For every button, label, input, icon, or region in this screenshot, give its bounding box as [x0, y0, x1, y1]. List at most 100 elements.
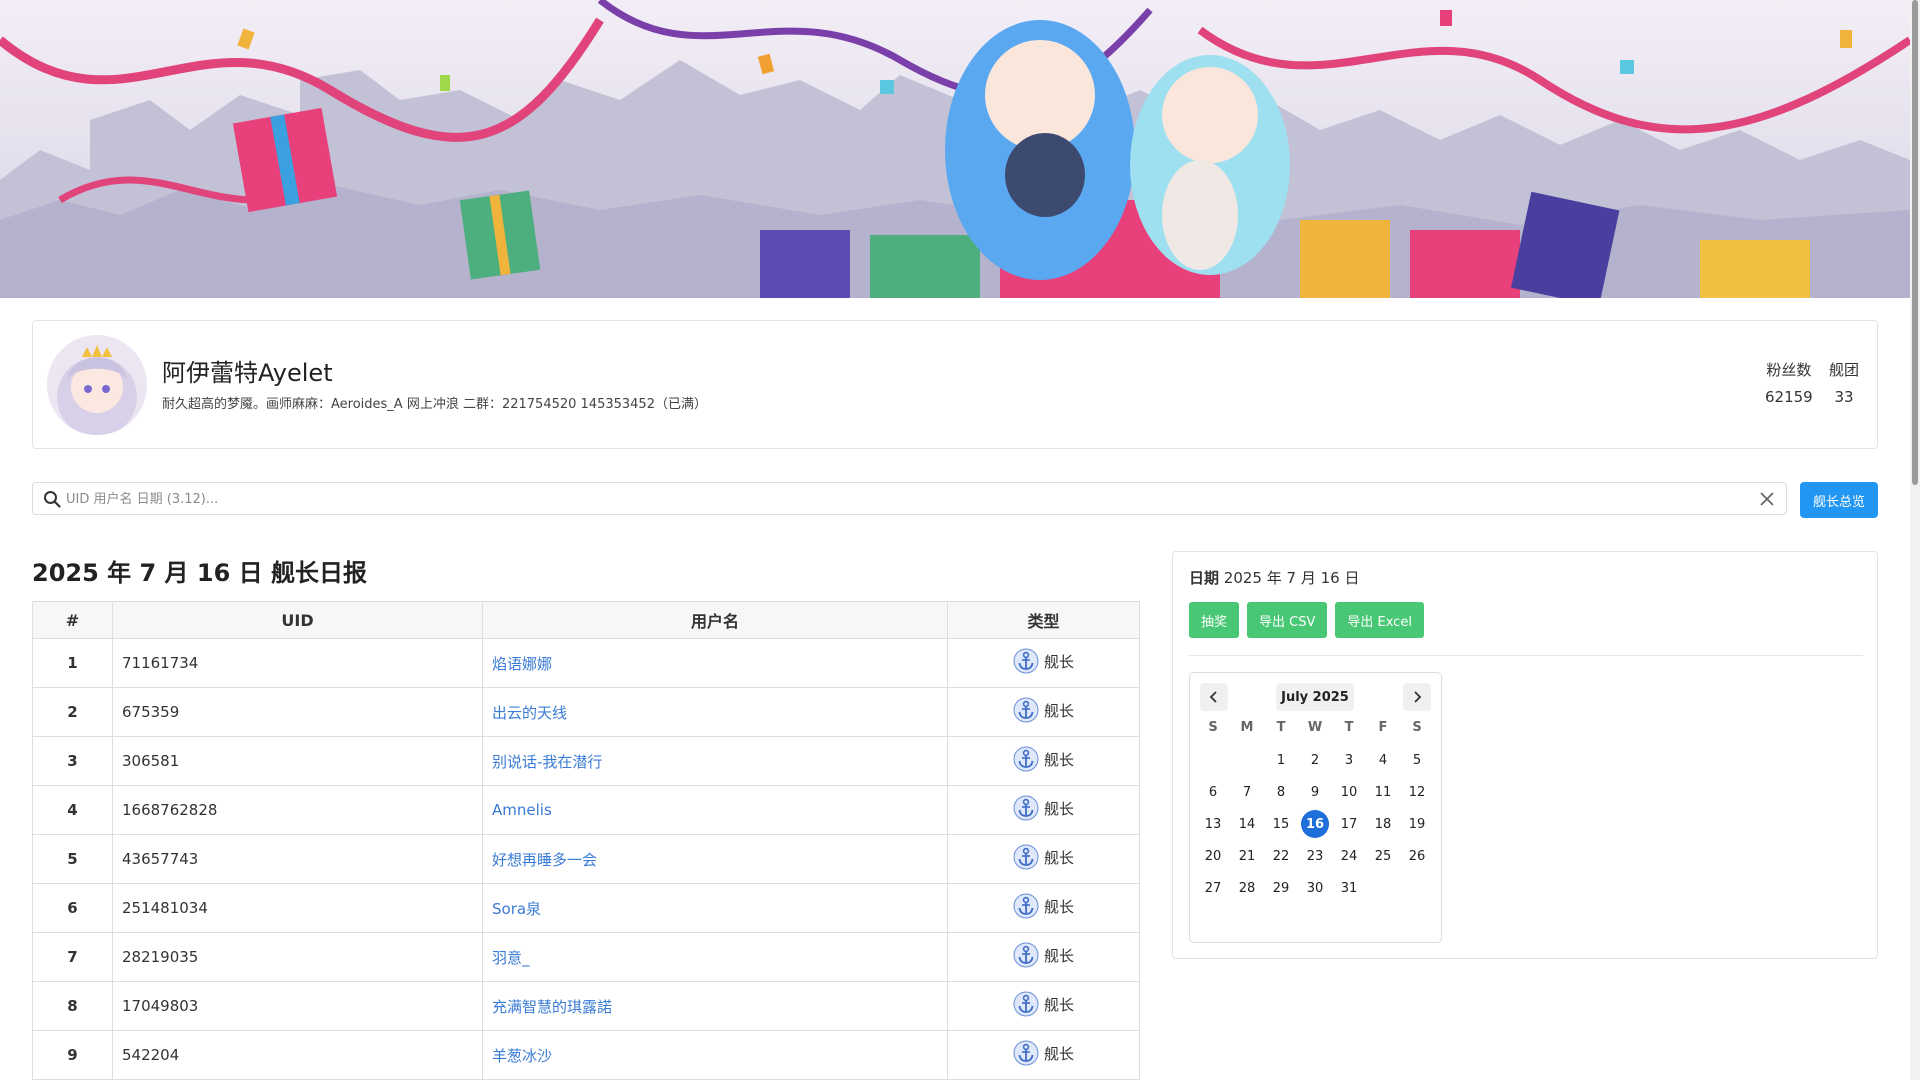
stat-fans: 粉丝数 62159	[1765, 359, 1813, 406]
calendar-day[interactable]: 17	[1332, 808, 1366, 840]
profile-name: 阿伊蕾特Ayelet	[162, 359, 333, 387]
row-type: 舰长	[947, 785, 1140, 835]
username-link[interactable]: 出云的天线	[492, 704, 567, 722]
table-body: 1 71161734 焰语娜娜 舰长 2 675359 出云的天线 舰长 3 306581 别说话-…	[32, 638, 1140, 1080]
lottery-button[interactable]: 抽奖	[1189, 602, 1240, 638]
calendar-day[interactable]: 13	[1196, 808, 1230, 840]
type-label: 舰长	[1043, 946, 1074, 965]
calendar-day[interactable]: 5	[1400, 744, 1434, 776]
row-uid: 251481034	[112, 883, 483, 933]
type-label: 舰长	[1043, 750, 1074, 769]
table-header-row: # UID 用户名 类型	[32, 601, 1140, 639]
banner-illustration	[0, 0, 1910, 298]
calendar-day[interactable]: 11	[1366, 776, 1400, 808]
calendar-day-number: 11	[1374, 784, 1392, 800]
calendar-day[interactable]: 7	[1230, 776, 1264, 808]
username-link[interactable]: 羊葱冰沙	[492, 1047, 552, 1065]
calendar-day[interactable]: 30	[1298, 872, 1332, 904]
calendar-day-selected[interactable]: 16	[1298, 808, 1332, 840]
calendar-day[interactable]: 12	[1400, 776, 1434, 808]
row-username: Amnelis	[482, 785, 948, 835]
row-number: 3	[32, 736, 113, 786]
calendar-month-label[interactable]: July 2025	[1276, 683, 1354, 711]
export-csv-button[interactable]: 导出 CSV	[1247, 602, 1328, 638]
username-link[interactable]: 好想再睡多一会	[492, 851, 597, 869]
calendar-day[interactable]: 23	[1298, 840, 1332, 872]
calendar-day[interactable]: 1	[1264, 744, 1298, 776]
row-number: 2	[32, 687, 113, 737]
calendar-day[interactable]: 21	[1230, 840, 1264, 872]
calendar-day[interactable]: 9	[1298, 776, 1332, 808]
calendar-day[interactable]: 20	[1196, 840, 1230, 872]
calendar-day[interactable]: 8	[1264, 776, 1298, 808]
calendar-day[interactable]: 31	[1332, 872, 1366, 904]
row-type: 舰长	[947, 834, 1140, 884]
calendar-day[interactable]: 25	[1366, 840, 1400, 872]
row-type: 舰长	[947, 883, 1140, 933]
row-uid: 675359	[112, 687, 483, 737]
table-row: 4 1668762828 Amnelis 舰长	[32, 785, 1140, 835]
row-type: 舰长	[947, 932, 1140, 982]
calendar-day-number: 5	[1412, 752, 1422, 768]
username-link[interactable]: Sora泉	[492, 900, 541, 918]
calendar-day[interactable]: 28	[1230, 872, 1264, 904]
captain-anchor-icon	[1013, 746, 1039, 772]
calendar-empty-cell	[1230, 744, 1264, 776]
table-row: 1 71161734 焰语娜娜 舰长	[32, 638, 1140, 688]
scrollbar-thumb[interactable]	[1912, 0, 1918, 485]
username-link[interactable]: 焰语娜娜	[492, 655, 552, 673]
username-link[interactable]: 充满智慧的琪露諾	[492, 998, 612, 1016]
calendar-day[interactable]: 10	[1332, 776, 1366, 808]
stat-guard-label: 舰团	[1829, 361, 1860, 379]
calendar-day[interactable]: 29	[1264, 872, 1298, 904]
calendar-day[interactable]: 15	[1264, 808, 1298, 840]
chevron-right-icon	[1414, 691, 1422, 703]
clear-icon[interactable]	[1758, 490, 1776, 508]
next-month-button[interactable]	[1403, 683, 1431, 711]
row-type: 舰长	[947, 736, 1140, 786]
calendar-day[interactable]: 2	[1298, 744, 1332, 776]
date-label: 日期	[1189, 569, 1220, 587]
calendar-day-number: 22	[1272, 848, 1290, 864]
stat-guard-value: 33	[1834, 388, 1854, 406]
username-link[interactable]: Amnelis	[492, 801, 552, 819]
row-uid: 17049803	[112, 981, 483, 1031]
calendar-day[interactable]: 24	[1332, 840, 1366, 872]
search-icon	[44, 491, 61, 508]
captain-overview-button[interactable]: 舰长总览	[1800, 482, 1878, 518]
calendar-day-number: 19	[1408, 816, 1426, 832]
calendar-day-number: 14	[1238, 816, 1256, 832]
type-label: 舰长	[1043, 995, 1074, 1014]
stat-fans-value: 62159	[1765, 388, 1813, 406]
calendar-day[interactable]: 3	[1332, 744, 1366, 776]
table-row: 7 28219035 羽意_ 舰长	[32, 932, 1140, 982]
weekday-label: S	[1208, 720, 1218, 735]
calendar-day[interactable]: 22	[1264, 840, 1298, 872]
calendar-day-number: 28	[1238, 880, 1256, 896]
export-excel-button[interactable]: 导出 Excel	[1335, 602, 1424, 638]
calendar-day-number: 12	[1408, 784, 1426, 800]
header-banner	[0, 0, 1910, 298]
date-display: 日期 2025 年 7 月 16 日	[1189, 567, 1359, 588]
header-num: #	[32, 601, 113, 639]
calendar-day-number: 16	[1301, 810, 1329, 838]
avatar[interactable]	[47, 335, 147, 435]
calendar-day[interactable]: 6	[1196, 776, 1230, 808]
prev-month-button[interactable]	[1200, 683, 1228, 711]
calendar-day[interactable]: 27	[1196, 872, 1230, 904]
calendar-day[interactable]: 26	[1400, 840, 1434, 872]
row-number: 5	[32, 834, 113, 884]
calendar-day[interactable]: 14	[1230, 808, 1264, 840]
row-type: 舰长	[947, 687, 1140, 737]
calendar-day-number: 18	[1374, 816, 1392, 832]
stat-guard: 舰团 33	[1829, 359, 1859, 406]
captain-anchor-icon	[1013, 844, 1039, 870]
calendar-day-number: 29	[1272, 880, 1290, 896]
calendar-day[interactable]: 19	[1400, 808, 1434, 840]
username-link[interactable]: 羽意_	[492, 949, 530, 967]
calendar-day[interactable]: 18	[1366, 808, 1400, 840]
username-link[interactable]: 别说话-我在潜行	[492, 753, 602, 771]
calendar-day[interactable]: 4	[1366, 744, 1400, 776]
search-input[interactable]	[66, 487, 1746, 511]
stat-fans-label: 粉丝数	[1766, 361, 1812, 379]
